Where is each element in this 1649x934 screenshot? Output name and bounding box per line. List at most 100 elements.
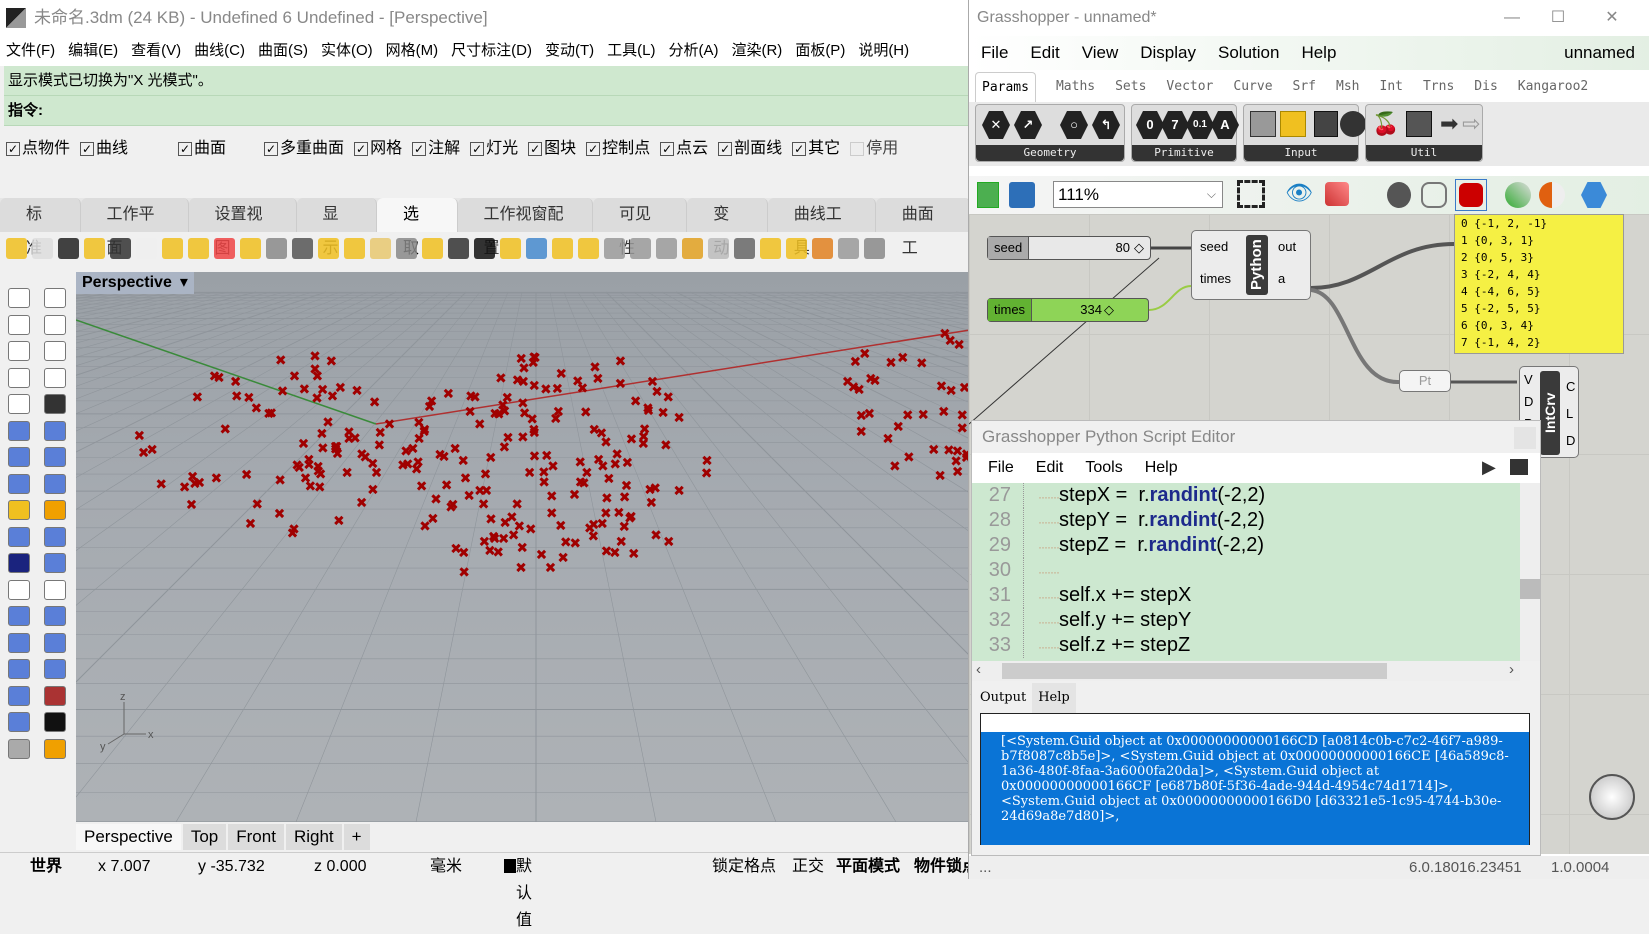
checkbox[interactable]: ✓	[80, 142, 95, 156]
left-tool-icon[interactable]	[44, 579, 66, 600]
layer-status[interactable]: 默认值	[504, 853, 532, 929]
tab-6[interactable]: 可见性	[592, 198, 688, 257]
checkbox[interactable]: ✓	[528, 142, 543, 156]
output-panel[interactable]: 0 {-1, 2, -1} 1 {0, 3, 1} 2 {0, 5, 3} 3 {-2…	[1454, 214, 1624, 354]
filter-7[interactable]: ✓ 图块	[528, 136, 576, 162]
editor-menu-item[interactable]: Edit	[1036, 453, 1064, 483]
viewport-scene[interactable]: ✖✖✖✖✖✖✖✖✖✖✖✖✖✖✖✖✖✖✖✖✖✖✖✖✖ ✖✖✖✖✖✖✖✖✖✖✖✖✖✖✖…	[76, 272, 970, 822]
component-tab[interactable]: Maths	[1056, 72, 1095, 102]
select-tool-icon[interactable]	[500, 238, 521, 259]
boolean-param-icon[interactable]: 0	[1136, 111, 1164, 139]
checkbox[interactable]: ✓	[660, 142, 675, 156]
editor-menu-item[interactable]: File	[988, 453, 1014, 483]
left-tool-icon[interactable]	[8, 632, 30, 653]
vertical-scrollbar[interactable]	[1520, 483, 1540, 661]
tab-7[interactable]: 变动	[687, 198, 768, 257]
viewport-tab-3[interactable]: Right	[285, 824, 342, 850]
osnap-toggle[interactable]: 物件锁点	[914, 853, 970, 880]
menu-item[interactable]: 网格(M)	[386, 36, 439, 66]
left-tool-icon[interactable]	[8, 420, 30, 441]
filter-3[interactable]: ✓ 多重曲面	[264, 136, 344, 162]
tab-1[interactable]: 工作平面	[80, 198, 189, 257]
left-tool-icon[interactable]	[44, 447, 66, 467]
left-tool-icon[interactable]	[8, 367, 30, 388]
select-tool-icon[interactable]	[214, 238, 235, 259]
output-out[interactable]: out	[1278, 239, 1296, 254]
component-tab[interactable]: Sets	[1115, 72, 1146, 102]
left-tool-icon[interactable]	[8, 526, 30, 547]
left-tool-icon[interactable]	[8, 685, 30, 706]
intcrv-input[interactable]: V	[1524, 369, 1533, 391]
viewport-title[interactable]: Perspective ▾	[76, 272, 194, 294]
select-tool-icon[interactable]	[734, 238, 755, 259]
mesh-quality-icon[interactable]	[1581, 182, 1607, 208]
left-tool-icon[interactable]	[8, 553, 30, 573]
planar-toggle[interactable]: 平面模式	[836, 853, 900, 880]
gh-menu-item[interactable]: View	[1082, 36, 1119, 70]
checkbox[interactable]: ✓	[718, 142, 733, 156]
menu-item[interactable]: 工具(L)	[607, 36, 655, 66]
menu-item[interactable]: 曲面(S)	[258, 36, 308, 66]
select-tool-icon[interactable]	[630, 238, 651, 259]
gh-menu-item[interactable]: Help	[1301, 36, 1336, 70]
material-icon[interactable]	[1539, 182, 1565, 208]
viewport-tab-0[interactable]: Perspective	[76, 824, 181, 850]
menu-item[interactable]: 实体(O)	[321, 36, 373, 66]
editor-menu-item[interactable]: Help	[1145, 453, 1178, 483]
left-tool-icon[interactable]	[44, 420, 66, 441]
save-file-icon[interactable]	[1009, 182, 1035, 208]
panel-input[interactable]: Input	[1243, 104, 1366, 162]
left-tool-icon[interactable]	[8, 473, 30, 494]
select-tool-icon[interactable]	[708, 238, 729, 259]
filter-0[interactable]: ✓ 点物件	[6, 136, 70, 162]
selected-only-icon[interactable]	[1505, 182, 1531, 208]
left-tool-icon[interactable]	[8, 314, 30, 335]
select-tool-icon[interactable]	[162, 238, 183, 259]
select-tool-icon[interactable]	[578, 238, 599, 259]
left-tool-icon[interactable]	[8, 288, 30, 308]
component-tab[interactable]: Kangaroo2	[1518, 72, 1588, 102]
checkbox[interactable]: ✓	[792, 142, 807, 156]
navigation-widget[interactable]	[1589, 774, 1635, 820]
gradient-icon[interactable]	[1280, 111, 1306, 137]
editor-menu-item[interactable]: Tools	[1085, 453, 1122, 483]
output-box[interactable]: [<System.Guid object at 0x00000000000166…	[980, 713, 1530, 845]
menu-item[interactable]: 曲线(C)	[194, 36, 245, 66]
gh-menu-item[interactable]: Solution	[1218, 36, 1279, 70]
wireframe-preview-icon[interactable]	[1421, 182, 1447, 208]
shaded-preview-button[interactable]	[1455, 179, 1487, 211]
component-tab[interactable]: Int	[1380, 72, 1403, 102]
circle-param-icon[interactable]: ○	[1060, 111, 1088, 139]
select-tool-icon[interactable]	[344, 238, 365, 259]
integer-param-icon[interactable]: 7	[1161, 111, 1189, 139]
left-tool-icon[interactable]	[44, 367, 66, 388]
text-param-icon[interactable]: A	[1211, 111, 1239, 139]
tab-9[interactable]: 曲面工	[875, 198, 970, 257]
menu-item[interactable]: 尺寸标注(D)	[451, 36, 532, 66]
select-tool-icon[interactable]	[604, 238, 625, 259]
viewport-tab-1[interactable]: Top	[182, 824, 227, 850]
intcrv-output[interactable]: C	[1566, 373, 1575, 400]
filter-10[interactable]: ✓ 剖面线	[718, 136, 782, 162]
select-tool-icon[interactable]	[396, 238, 417, 259]
panel-geometry[interactable]: ✕ ↗ ○ ↰ Geometry	[975, 104, 1125, 162]
checkbox[interactable]: ✓	[470, 142, 485, 156]
select-tool-icon[interactable]	[110, 238, 131, 259]
menu-item[interactable]: 编辑(E)	[68, 36, 118, 66]
left-tool-icon[interactable]	[44, 738, 66, 759]
slider-grip-icon[interactable]: ◇	[1134, 237, 1144, 259]
filter-2[interactable]: ✓ 曲面	[178, 136, 226, 162]
input-times[interactable]: times	[1200, 271, 1231, 286]
menu-item[interactable]: 渲染(R)	[731, 36, 782, 66]
checkbox[interactable]: ✓	[178, 142, 193, 156]
seed-slider[interactable]: seed 80 ◇	[987, 236, 1151, 260]
left-tool-icon[interactable]	[44, 712, 66, 732]
filter-11[interactable]: ✓ 其它	[792, 136, 840, 162]
scroll-thumb[interactable]	[1520, 579, 1540, 599]
tab-output[interactable]: Output	[974, 683, 1033, 713]
close-button[interactable]: ✕	[1589, 0, 1635, 36]
slider-grip-icon[interactable]: ◇	[1104, 299, 1114, 321]
menu-item[interactable]: 文件(F)	[6, 36, 55, 66]
checkbox[interactable]: ✓	[354, 142, 369, 156]
output-a[interactable]: a	[1278, 271, 1285, 286]
